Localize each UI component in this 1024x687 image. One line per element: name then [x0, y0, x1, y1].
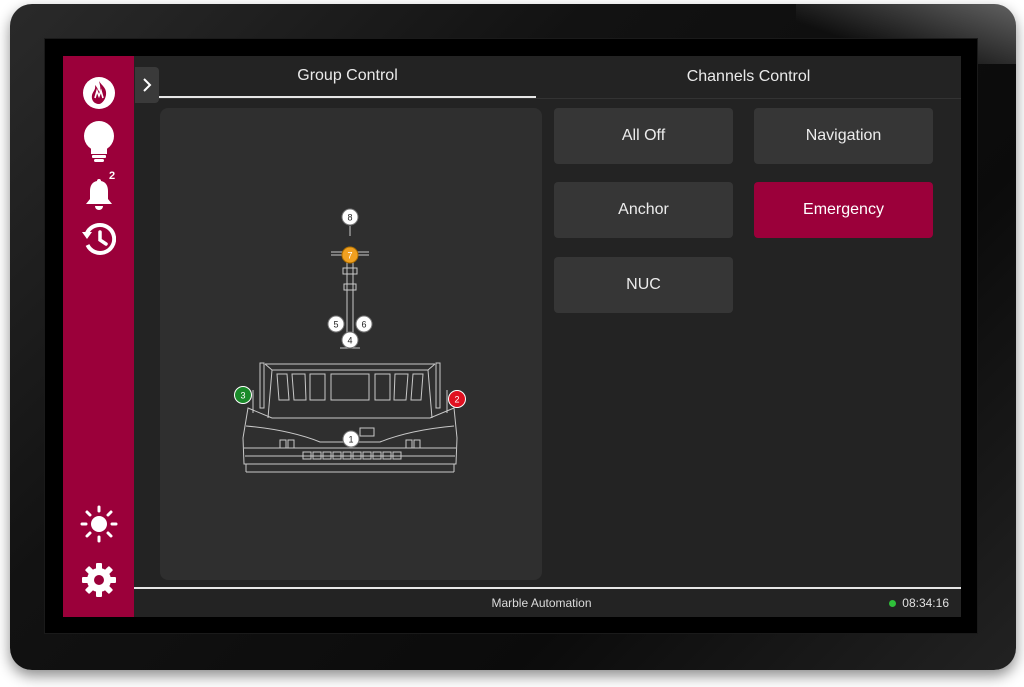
sidebar: 2 [63, 56, 134, 617]
tab-divider [159, 98, 961, 99]
nuc-button[interactable]: NUC [554, 257, 733, 313]
vessel-diagram: 8 7 5 6 4 3 2 1 [234, 208, 466, 473]
light-marker-label: 2 [454, 395, 459, 405]
light-marker-label: 8 [347, 213, 352, 223]
light-marker-5[interactable]: 5 [327, 315, 345, 333]
gear-icon[interactable] [63, 562, 134, 598]
light-marker-label: 7 [347, 251, 352, 261]
light-marker-4[interactable]: 4 [341, 331, 359, 349]
chevron-right-icon [143, 78, 152, 92]
light-marker-3[interactable]: 3 [234, 386, 252, 404]
light-marker-label: 1 [348, 435, 353, 445]
vessel-lights-panel: 8 7 5 6 4 3 2 1 [160, 108, 542, 580]
all-off-button[interactable]: All Off [554, 108, 733, 164]
status-bar: Marble Automation 08:34:16 [134, 589, 961, 617]
light-marker-6[interactable]: 6 [355, 315, 373, 333]
light-marker-8[interactable]: 8 [341, 208, 359, 226]
light-marker-2[interactable]: 2 [448, 390, 466, 408]
anchor-button[interactable]: Anchor [554, 182, 733, 238]
company-name: Marble Automation [491, 596, 592, 610]
light-marker-label: 4 [347, 336, 352, 346]
expand-sidebar-button[interactable] [135, 67, 159, 103]
alarm-count-badge: 2 [109, 170, 116, 182]
lightbulb-icon[interactable] [63, 120, 134, 164]
tab-group-control[interactable]: Group Control [159, 56, 536, 98]
light-marker-label: 3 [240, 391, 245, 401]
flame-logo-icon[interactable] [63, 76, 134, 110]
history-icon[interactable] [63, 222, 134, 256]
light-marker-label: 6 [361, 320, 366, 330]
emergency-button[interactable]: Emergency [754, 182, 933, 238]
connection-status-dot [889, 599, 897, 607]
clock: 08:34:16 [889, 589, 949, 617]
tab-channels-control[interactable]: Channels Control [536, 56, 961, 98]
bell-icon[interactable] [63, 177, 134, 211]
light-marker-label: 5 [333, 320, 338, 330]
app-screen: 2 Group Control Channels Control 8 7 5 6… [63, 56, 961, 617]
brightness-icon[interactable] [63, 505, 134, 543]
navigation-button[interactable]: Navigation [754, 108, 933, 164]
clock-time: 08:34:16 [902, 596, 949, 610]
light-marker-1[interactable]: 1 [342, 430, 360, 448]
light-marker-7[interactable]: 7 [341, 246, 359, 264]
